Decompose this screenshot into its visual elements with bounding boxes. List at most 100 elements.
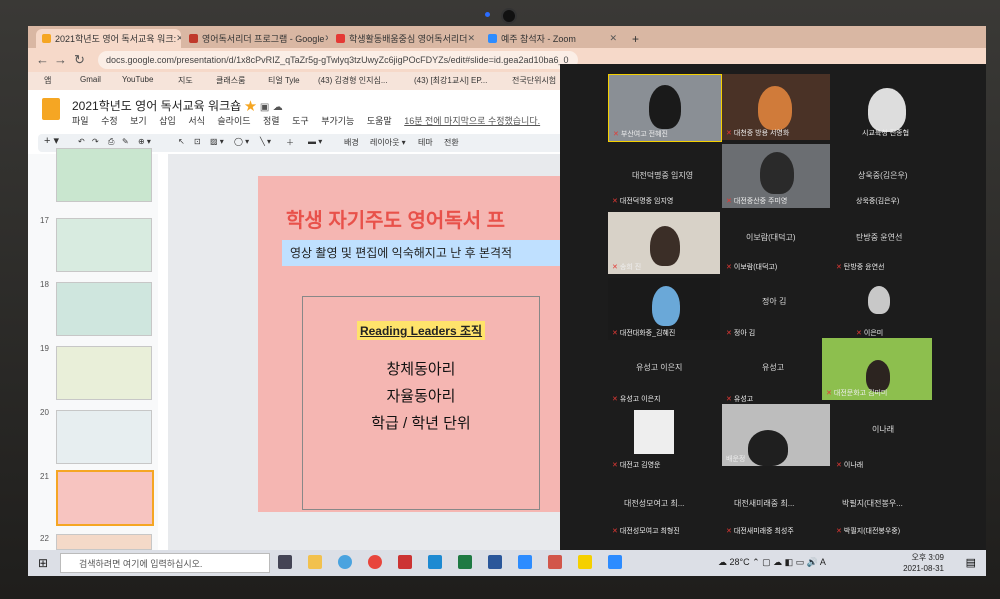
- slide-thumbnail[interactable]: [56, 148, 152, 202]
- bookmark-video1[interactable]: (43) 김경형 인지심...: [318, 75, 388, 86]
- video-tile[interactable]: 이보람(대덕고) ✕ 이보람(대덕고): [722, 212, 830, 274]
- print-icon[interactable]: ⎙: [108, 137, 114, 147]
- back-icon[interactable]: ←: [36, 52, 49, 67]
- video-tile[interactable]: ✕ 대전중산중 주미영: [722, 144, 830, 208]
- close-icon[interactable]: ✕: [176, 33, 181, 44]
- slide-subtitle[interactable]: 영상 촬영 및 편집에 익숙해지고 난 후 본격적: [282, 240, 568, 266]
- menu-file[interactable]: 파일: [72, 116, 89, 126]
- image-icon[interactable]: ▨ ▾: [210, 137, 224, 146]
- video-tile[interactable]: 시교육청 전종협: [832, 74, 942, 140]
- tab-reading-leader[interactable]: 학생활동배움중심 영어독서리더 ✕: [330, 29, 480, 48]
- weather-temp[interactable]: 28°C: [730, 557, 750, 567]
- video-tile[interactable]: ✕ 대천중 방용 서영화: [722, 74, 830, 140]
- close-icon[interactable]: ✕: [609, 33, 617, 44]
- slides-logo-icon[interactable]: [42, 98, 60, 120]
- menu-arrange[interactable]: 정렬: [263, 116, 280, 126]
- tab-slides[interactable]: 2021학년도 영어 독서교육 워크: ✕: [36, 29, 181, 48]
- app-icon[interactable]: [398, 555, 412, 569]
- slide-thumbnail-selected[interactable]: [56, 470, 154, 526]
- video-tile[interactable]: 정아 김 ✕ 정아 김: [722, 278, 830, 340]
- video-tile[interactable]: 대전새미래중 최... ✕ 대전새미래중 최성주: [722, 476, 830, 538]
- bookmark-maps[interactable]: 지도: [178, 75, 193, 86]
- input-language[interactable]: A: [820, 557, 826, 567]
- background-button[interactable]: 배경: [344, 137, 359, 148]
- file-explorer-icon[interactable]: [308, 555, 322, 569]
- video-tile[interactable]: 유성고 이은지 ✕ 유성고 이은지: [608, 344, 720, 406]
- current-slide[interactable]: 학생 자기주도 영어독서 프 영상 촬영 및 편집에 익숙해지고 난 후 본격적…: [258, 176, 568, 512]
- bookmark-tyle[interactable]: 티얼 Tyle: [268, 75, 300, 86]
- shape-icon[interactable]: ◯ ▾: [234, 137, 249, 146]
- chrome-icon[interactable]: [368, 555, 382, 569]
- menu-edit[interactable]: 수정: [101, 116, 118, 126]
- close-icon[interactable]: ✕: [467, 33, 475, 44]
- transition-button[interactable]: 전환: [444, 137, 459, 148]
- doc-title[interactable]: 2021학년도 영어 독서교육 워크숍 ★ ▣ ☁: [72, 97, 283, 114]
- video-tile[interactable]: ✕ 대전고 김영운: [608, 410, 720, 472]
- slide-thumbnail[interactable]: [56, 346, 152, 400]
- close-icon[interactable]: ✕: [324, 33, 328, 44]
- excel-icon[interactable]: [458, 555, 472, 569]
- tab-google-doc[interactable]: 영어독서리더 프로그램 - Google✕: [183, 29, 328, 48]
- video-tile[interactable]: 박필지(대전봉우... ✕ 박필지(대전봉우중): [832, 476, 942, 538]
- task-view-icon[interactable]: [278, 555, 292, 569]
- zoom-select-icon[interactable]: ⊕ ▾: [138, 137, 151, 146]
- tab-zoom[interactable]: 예주 참석자 - Zoom ✕: [482, 29, 622, 48]
- undo-icon[interactable]: ↶: [78, 137, 85, 146]
- url-field[interactable]: docs.google.com/presentation/d/1x8cPvRIZ…: [98, 51, 578, 69]
- video-tile[interactable]: 상욱중(김은우) 상욱중(김은우): [832, 144, 942, 208]
- video-tile[interactable]: 대전덕명중 임지영 ✕ 대전덕명중 임지영: [608, 144, 720, 208]
- menu-format[interactable]: 서식: [188, 116, 205, 126]
- move-folder-icon[interactable]: ▣: [260, 102, 269, 113]
- slide-thumbnail[interactable]: [56, 218, 152, 272]
- taskbar-search-input[interactable]: 검색하려면 여기에 입력하십시오.: [60, 553, 270, 573]
- reload-icon[interactable]: ↻: [74, 52, 85, 68]
- zoom-taskbar-icon[interactable]: [608, 555, 622, 569]
- theme-button[interactable]: 테마: [418, 137, 433, 148]
- bookmark-video2[interactable]: (43) [최강1교시] EP...: [414, 75, 487, 86]
- menu-insert[interactable]: 삽입: [159, 116, 176, 126]
- bookmark-classroom[interactable]: 클래스룸: [216, 75, 245, 86]
- windows-start-icon[interactable]: ⊞: [38, 556, 48, 570]
- bookmark-gmail[interactable]: Gmail: [80, 75, 101, 84]
- comment-icon[interactable]: ＋: [286, 137, 294, 148]
- video-tile[interactable]: 유성고 ✕ 유성고: [722, 344, 830, 406]
- paint-icon[interactable]: [548, 555, 562, 569]
- new-tab-button[interactable]: +: [626, 29, 646, 48]
- paint-format-icon[interactable]: ✎: [122, 137, 129, 146]
- video-tile[interactable]: 탄방중 윤연선 ✕ 탄방중 윤연선: [832, 212, 942, 274]
- network-icon[interactable]: [338, 555, 352, 569]
- line-icon[interactable]: ╲ ▾: [260, 137, 271, 146]
- video-tile[interactable]: ✕ 대전문화고 김미미: [822, 338, 932, 400]
- forward-icon[interactable]: →: [54, 52, 67, 67]
- star-icon[interactable]: ★: [245, 99, 257, 113]
- video-tile[interactable]: ✕ 이은미: [832, 278, 942, 340]
- video-tile[interactable]: ✕ 대전대화중_김혜진: [608, 278, 720, 340]
- video-tile[interactable]: 대전성모여고 최... ✕ 대전성모여고 최형진: [608, 476, 720, 538]
- textbox-icon[interactable]: ⊡: [194, 137, 201, 146]
- slide-thumbnail[interactable]: [56, 282, 152, 336]
- cursor-icon[interactable]: ↖: [178, 137, 185, 146]
- menu-help[interactable]: 도움말: [367, 116, 392, 126]
- clock[interactable]: 오후 3:09 2021-08-31: [903, 552, 944, 574]
- menu-addons[interactable]: 부가기능: [321, 116, 354, 126]
- layout-button[interactable]: 레이아웃 ▾: [370, 137, 406, 148]
- notification-icon[interactable]: ▤: [966, 556, 976, 569]
- hwp-icon[interactable]: [488, 555, 502, 569]
- video-tile[interactable]: 배운정: [722, 404, 830, 466]
- slide-textbox[interactable]: Reading Leaders 조직 창체동아리 자율동아리 학급 / 학년 단…: [302, 296, 540, 510]
- menu-view[interactable]: 보기: [130, 116, 147, 126]
- edge-icon[interactable]: [428, 555, 442, 569]
- slide-thumbnail[interactable]: [56, 410, 152, 464]
- bookmark-apps[interactable]: 앱: [44, 75, 51, 86]
- bookmark-youtube[interactable]: YouTube: [122, 75, 153, 84]
- menu-slide[interactable]: 슬라이드: [217, 116, 250, 126]
- menu-tools[interactable]: 도구: [292, 116, 309, 126]
- last-edit-link[interactable]: 16분 전에 마지막으로 수정했습니다.: [404, 116, 540, 126]
- redo-icon[interactable]: ↷: [92, 137, 99, 146]
- video-tile[interactable]: ✕ 부산여고 전혜진: [608, 74, 722, 142]
- video-tile[interactable]: 이나래 ✕ 이나래: [832, 410, 942, 472]
- sticky-notes-icon[interactable]: [578, 555, 592, 569]
- slide-title[interactable]: 학생 자기주도 영어독서 프: [286, 204, 505, 233]
- fill-color-icon[interactable]: ▬ ▾: [308, 137, 322, 146]
- weather-icon[interactable]: ☁: [718, 557, 727, 567]
